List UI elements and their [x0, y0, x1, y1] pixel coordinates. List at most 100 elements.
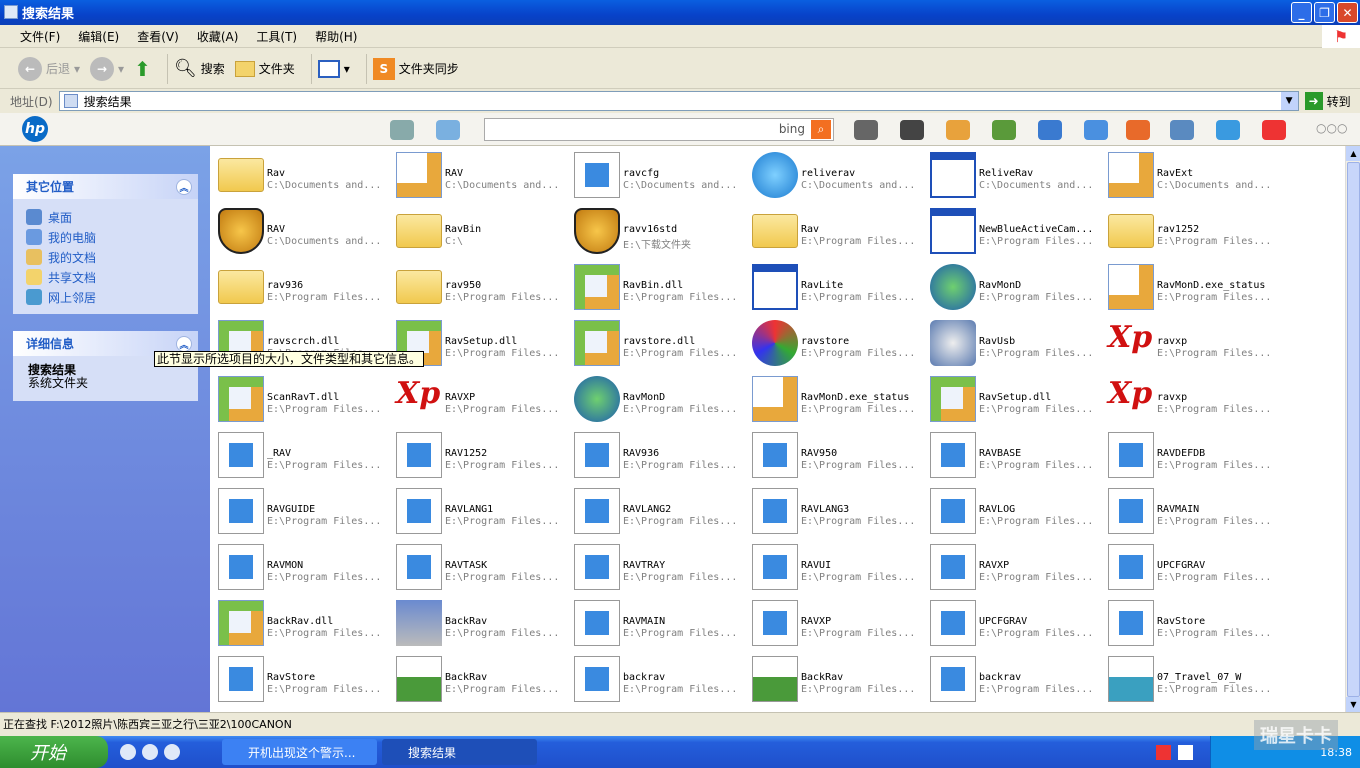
star-icon[interactable]: [946, 120, 970, 140]
ie-icon[interactable]: [164, 744, 180, 760]
file-item[interactable]: RAVXP E:\Program Files...: [926, 540, 1104, 596]
file-item[interactable]: RavMonD.exe_status E:\Program Files...: [748, 372, 926, 428]
up-folder-button[interactable]: ⬆: [134, 53, 151, 85]
file-item[interactable]: RAVLANG2 E:\Program Files...: [570, 484, 748, 540]
taskbar-item-search-results[interactable]: 搜索结果: [382, 739, 537, 765]
file-item[interactable]: RAVUI E:\Program Files...: [748, 540, 926, 596]
file-item[interactable]: RAVMON E:\Program Files...: [214, 540, 392, 596]
more-icon[interactable]: ○○○: [1316, 121, 1347, 135]
file-item[interactable]: RAVLANG1 E:\Program Files...: [392, 484, 570, 540]
forward-button[interactable]: → ▾: [90, 53, 124, 85]
file-item[interactable]: RAV936 E:\Program Files...: [570, 428, 748, 484]
file-item[interactable]: rav950 E:\Program Files...: [392, 260, 570, 316]
file-item[interactable]: RavExt C:\Documents and...: [1104, 148, 1282, 204]
bing-search-input[interactable]: bing ⌕: [484, 118, 834, 141]
minimize-button[interactable]: _: [1291, 2, 1312, 23]
place-shared-documents[interactable]: 共享文档: [13, 267, 198, 287]
menu-view[interactable]: 查看(V): [137, 28, 179, 45]
file-item[interactable]: UPCFGRAV E:\Program Files...: [1104, 540, 1282, 596]
file-item[interactable]: RavMonD E:\Program Files...: [570, 372, 748, 428]
file-item[interactable]: BackRav E:\Program Files...: [392, 652, 570, 708]
file-item[interactable]: ScanRavT.dll E:\Program Files...: [214, 372, 392, 428]
file-item[interactable]: RAVMAIN E:\Program Files...: [570, 596, 748, 652]
pencil-icon[interactable]: [1126, 120, 1150, 140]
file-item[interactable]: RAVLANG3 E:\Program Files...: [748, 484, 926, 540]
address-input[interactable]: 搜索结果 ▼: [58, 91, 1299, 111]
menu-help[interactable]: 帮助(H): [315, 28, 357, 45]
file-item[interactable]: Rav C:\Documents and...: [214, 148, 392, 204]
file-item[interactable]: RavUsb E:\Program Files...: [926, 316, 1104, 372]
maximize-button[interactable]: ❐: [1314, 2, 1335, 23]
cloud-icon[interactable]: [1084, 120, 1108, 140]
file-item[interactable]: RavBin.dll E:\Program Files...: [570, 260, 748, 316]
file-item[interactable]: BackRav.dll E:\Program Files...: [214, 596, 392, 652]
file-item[interactable]: RAVTRAY E:\Program Files...: [570, 540, 748, 596]
video-icon[interactable]: [1170, 120, 1194, 140]
file-item[interactable]: RavStore E:\Program Files...: [1104, 596, 1282, 652]
file-item[interactable]: RAV950 E:\Program Files...: [748, 428, 926, 484]
menu-tools[interactable]: 工具(T): [256, 28, 297, 45]
place-network[interactable]: 网上邻居: [13, 287, 198, 307]
place-my-documents[interactable]: 我的文档: [13, 247, 198, 267]
hp-logo[interactable]: hp: [22, 116, 48, 142]
file-item[interactable]: RAVTASK E:\Program Files...: [392, 540, 570, 596]
file-item[interactable]: Xp ravxp E:\Program Files...: [1104, 316, 1282, 372]
scroll-up-button[interactable]: ▲: [1346, 146, 1360, 161]
file-item[interactable]: BackRav E:\Program Files...: [748, 652, 926, 708]
search-button[interactable]: 🔍︎ 搜索: [174, 53, 225, 85]
back-button[interactable]: ← 后退 ▾: [18, 53, 80, 85]
file-item[interactable]: rav936 E:\Program Files...: [214, 260, 392, 316]
file-item[interactable]: reliverav C:\Documents and...: [748, 148, 926, 204]
eye-icon[interactable]: [900, 120, 924, 140]
file-item[interactable]: RAV C:\Documents and...: [392, 148, 570, 204]
search-icon[interactable]: ⌕: [811, 120, 831, 139]
file-item[interactable]: Xp ravxp E:\Program Files...: [1104, 372, 1282, 428]
file-item[interactable]: 07_Travel_07_W E:\Program Files...: [1104, 652, 1282, 708]
menu-edit[interactable]: 编辑(E): [78, 28, 119, 45]
vertical-scrollbar[interactable]: ▲ ▼: [1345, 146, 1360, 712]
menu-favorites[interactable]: 收藏(A): [197, 28, 239, 45]
file-item[interactable]: RAVXP E:\Program Files...: [748, 596, 926, 652]
file-item[interactable]: ravcfg C:\Documents and...: [570, 148, 748, 204]
place-my-computer[interactable]: 我的电脑: [13, 227, 198, 247]
file-item[interactable]: RAVLOG E:\Program Files...: [926, 484, 1104, 540]
sogou-icon[interactable]: [1156, 745, 1171, 760]
go-button[interactable]: ➜ 转到: [1304, 92, 1351, 110]
file-item[interactable]: RAV1252 E:\Program Files...: [392, 428, 570, 484]
file-item[interactable]: ravstore.dll E:\Program Files...: [570, 316, 748, 372]
folders-button[interactable]: 文件夹: [234, 53, 295, 85]
file-item[interactable]: RavLite E:\Program Files...: [748, 260, 926, 316]
file-item[interactable]: RavBin C:\: [392, 204, 570, 260]
file-item[interactable]: RavStore E:\Program Files...: [214, 652, 392, 708]
file-item[interactable]: _RAV E:\Program Files...: [214, 428, 392, 484]
menu-file[interactable]: 文件(F): [20, 28, 60, 45]
start-button[interactable]: 开始: [0, 736, 108, 768]
file-item[interactable]: rav1252 E:\Program Files...: [1104, 204, 1282, 260]
browser-s-icon[interactable]: [142, 744, 158, 760]
tool-icon[interactable]: [854, 120, 878, 140]
file-item[interactable]: ravv16std E:\下载文件夹: [570, 204, 748, 260]
file-item[interactable]: ReliveRav C:\Documents and...: [926, 148, 1104, 204]
collapse-icon[interactable]: ︽: [176, 179, 192, 195]
robot-icon[interactable]: [1216, 120, 1240, 140]
file-item[interactable]: RAVDEFDB E:\Program Files...: [1104, 428, 1282, 484]
file-item[interactable]: RAV C:\Documents and...: [214, 204, 392, 260]
file-item[interactable]: RAVBASE E:\Program Files...: [926, 428, 1104, 484]
paper-plane-icon[interactable]: [1262, 120, 1286, 140]
file-item[interactable]: UPCFGRAV E:\Program Files...: [926, 596, 1104, 652]
address-dropdown-button[interactable]: ▼: [1280, 92, 1298, 110]
file-item[interactable]: backrav E:\Program Files...: [926, 652, 1104, 708]
file-item[interactable]: NewBlueActiveCam... E:\Program Files...: [926, 204, 1104, 260]
file-item[interactable]: RavSetup.dll E:\Program Files...: [926, 372, 1104, 428]
other-places-header[interactable]: 其它位置 ︽: [13, 174, 198, 199]
file-item[interactable]: backrav E:\Program Files...: [570, 652, 748, 708]
file-item[interactable]: RavMonD E:\Program Files...: [926, 260, 1104, 316]
file-item[interactable]: RAVMAIN E:\Program Files...: [1104, 484, 1282, 540]
scroll-down-button[interactable]: ▼: [1346, 697, 1360, 712]
collapse-icon[interactable]: ︽: [176, 336, 192, 352]
views-button[interactable]: ▾: [317, 53, 350, 85]
people-icon[interactable]: [992, 120, 1016, 140]
scroll-thumb[interactable]: [1347, 162, 1360, 697]
file-item[interactable]: RavMonD.exe_status E:\Program Files...: [1104, 260, 1282, 316]
file-item[interactable]: RAVGUIDE E:\Program Files...: [214, 484, 392, 540]
